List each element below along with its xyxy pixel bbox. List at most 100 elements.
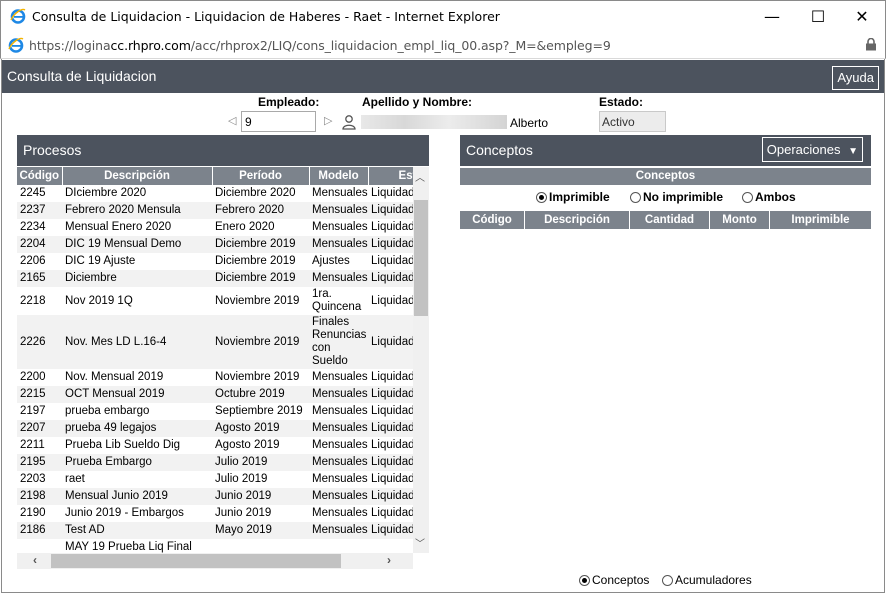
table-cell: 2234 <box>20 221 46 233</box>
view-conceptos[interactable]: Conceptos <box>579 573 649 587</box>
table-cell: Agosto 2019 <box>215 439 280 451</box>
conc-col-cantidad[interactable]: Cantidad <box>630 211 710 229</box>
address-bar[interactable]: https://loginacc.rhpro.com/acc/rhprox2/L… <box>0 31 886 59</box>
lock-icon <box>866 38 876 51</box>
table-row[interactable]: MAY 19 Prueba Liq Final <box>17 539 413 553</box>
minimize-button[interactable]: — <box>749 1 795 32</box>
vertical-scroll-thumb[interactable] <box>414 200 428 316</box>
table-cell: Noviembre 2019 <box>212 315 309 369</box>
col-codigo[interactable]: Código <box>17 167 63 185</box>
table-cell: 2245 <box>20 187 46 199</box>
table-cell <box>309 539 368 553</box>
empleado-input[interactable] <box>241 111 316 132</box>
table-cell <box>212 539 309 553</box>
conc-col-codigo[interactable]: Código <box>460 211 525 229</box>
table-cell: Liquidad <box>371 439 413 451</box>
col-estado[interactable]: Est <box>368 167 413 185</box>
table-row[interactable]: 2186 Test AD Mayo 2019 Mensuales Liquidad <box>17 522 413 539</box>
internet-explorer-icon <box>10 8 26 24</box>
internet-explorer-icon <box>8 37 24 53</box>
table-row[interactable]: 2211 Prueba Lib Sueldo Dig Agosto 2019 Mens… <box>17 437 413 454</box>
view-acumuladores[interactable]: Acumuladores <box>662 573 752 587</box>
radio-view-conceptos[interactable] <box>579 574 590 586</box>
table-row[interactable]: 2190 Junio 2019 - Embargos Junio 2019 Mensu… <box>17 505 413 522</box>
table-row[interactable]: 2218 Nov 2019 1Q Noviembre 2019 1ra. Quince… <box>17 287 413 315</box>
table-cell: DIC 19 Mensual Demo <box>62 236 212 253</box>
table-cell: 2211 <box>20 439 45 451</box>
table-row[interactable]: 2203 raet Julio 2019 Mensuales Liquidad <box>17 471 413 488</box>
table-cell: Liquidad <box>368 270 413 287</box>
person-icon[interactable] <box>341 114 357 130</box>
table-cell: Diciembre 2019 <box>212 270 309 287</box>
filter-imprimible[interactable]: Imprimible <box>536 190 610 204</box>
table-row[interactable]: 2204 DIC 19 Mensual Demo Diciembre 2019 Men… <box>17 236 413 253</box>
radio-ambos[interactable] <box>742 191 753 203</box>
table-cell: Liquidad <box>368 236 413 253</box>
table-cell: Junio 2019 - Embargos <box>65 507 184 519</box>
operaciones-button[interactable]: Operaciones ▼ <box>761 137 863 162</box>
filter-no-imprimible[interactable]: No imprimible <box>630 190 723 204</box>
table-cell: Prueba Embargo <box>62 454 212 471</box>
procesos-table: Código Descripción Período Modelo Est 22… <box>17 167 413 553</box>
scroll-left-icon[interactable]: ‹ <box>33 553 37 567</box>
table-cell: 2198 <box>17 488 62 505</box>
horizontal-scroll-thumb[interactable] <box>51 554 341 568</box>
col-modelo[interactable]: Modelo <box>309 167 369 185</box>
table-row[interactable]: 2226 Nov. Mes LD L.16-4 Noviembre 2019 Fina… <box>17 315 413 369</box>
table-cell: Liquidad <box>371 187 413 199</box>
radio-view-acumuladores[interactable] <box>662 574 673 586</box>
table-cell: Mensuales <box>309 202 368 219</box>
procesos-vertical-scrollbar[interactable]: ︿ ﹀ <box>413 167 429 553</box>
table-row[interactable]: 2234 Mensual Enero 2020 Enero 2020 Mensuale… <box>17 219 413 236</box>
table-cell: Mensuales <box>312 187 368 199</box>
operaciones-label: Operaciones <box>766 142 841 157</box>
filter-no-imprimible-label: No imprimible <box>643 190 724 204</box>
url-text[interactable]: https://loginacc.rhpro.com/acc/rhprox2/L… <box>29 38 611 53</box>
filter-ambos[interactable]: Ambos <box>742 190 796 204</box>
conc-col-descripcion[interactable]: Descripción <box>525 211 630 229</box>
table-row[interactable]: 2206 DIC 19 Ajuste Diciembre 2019 Ajustes Li… <box>17 253 413 270</box>
previous-employee-icon[interactable]: ◁ <box>228 114 236 127</box>
col-periodo[interactable]: Período <box>212 167 310 185</box>
radio-imprimible[interactable] <box>536 191 547 203</box>
scroll-right-icon[interactable]: › <box>387 553 391 567</box>
table-cell: Liquidad <box>368 488 413 505</box>
col-descripcion[interactable]: Descripción <box>62 167 213 185</box>
window-title: Consulta de Liquidacion - Liquidacion de… <box>32 9 500 24</box>
table-cell <box>17 539 62 553</box>
close-button[interactable]: ✕ <box>839 1 885 32</box>
help-button[interactable]: Ayuda <box>832 66 879 90</box>
table-row[interactable]: 2215 OCT Mensual 2019 Octubre 2019 Mensuale… <box>17 386 413 403</box>
table-row[interactable]: 2197 prueba embargo Septiembre 2019 Mensual… <box>17 403 413 420</box>
maximize-button[interactable]: ☐ <box>795 1 841 32</box>
page-title: Consulta de Liquidacion <box>7 68 157 84</box>
conc-col-imprimible[interactable]: Imprimible <box>770 211 871 229</box>
procesos-horizontal-scrollbar[interactable]: ‹ › <box>17 553 413 569</box>
scroll-down-icon[interactable]: ﹀ <box>415 535 425 550</box>
view-acumuladores-label: Acumuladores <box>675 573 752 587</box>
table-cell: DIciembre 2020 <box>65 187 147 199</box>
table-cell: Mensuales <box>312 221 368 233</box>
conc-col-monto[interactable]: Monto <box>710 211 770 229</box>
table-cell: raet <box>65 473 85 485</box>
table-row[interactable]: 2200 Nov. Mensual 2019 Noviembre 2019 Mensu… <box>17 369 413 386</box>
table-row[interactable]: 2195 Prueba Embargo Julio 2019 Mensuales Liq… <box>17 454 413 471</box>
table-row[interactable]: 2237 Febrero 2020 Mensula Febrero 2020 Mens… <box>17 202 413 219</box>
table-cell: Mensuales <box>309 420 368 437</box>
table-row[interactable]: 2165 Diciembre Diciembre 2019 Mensuales Liqu… <box>17 270 413 287</box>
table-cell: Liquidad <box>371 294 413 307</box>
table-cell: Liquidad <box>371 405 413 417</box>
radio-no-imprimible[interactable] <box>630 191 641 203</box>
view-conceptos-label: Conceptos <box>592 573 650 587</box>
table-row[interactable]: 2245 DIciembre 2020 Diciembre 2020 Mensuale… <box>17 185 413 202</box>
table-cell: Mensual Enero 2020 <box>65 221 172 233</box>
conceptos-title: Conceptos <box>466 142 533 158</box>
table-cell: Ajustes <box>312 255 350 267</box>
table-cell: Febrero 2020 <box>212 202 309 219</box>
table-cell: Diciembre 2019 <box>212 236 309 253</box>
table-row[interactable]: 2198 Mensual Junio 2019 Junio 2019 Mensuale… <box>17 488 413 505</box>
scroll-up-icon[interactable]: ︿ <box>415 169 425 184</box>
next-employee-icon[interactable]: ▷ <box>324 114 332 127</box>
table-cell: Septiembre 2019 <box>215 405 303 417</box>
table-row[interactable]: 2207 prueba 49 legajos Agosto 2019 Mensuale… <box>17 420 413 437</box>
